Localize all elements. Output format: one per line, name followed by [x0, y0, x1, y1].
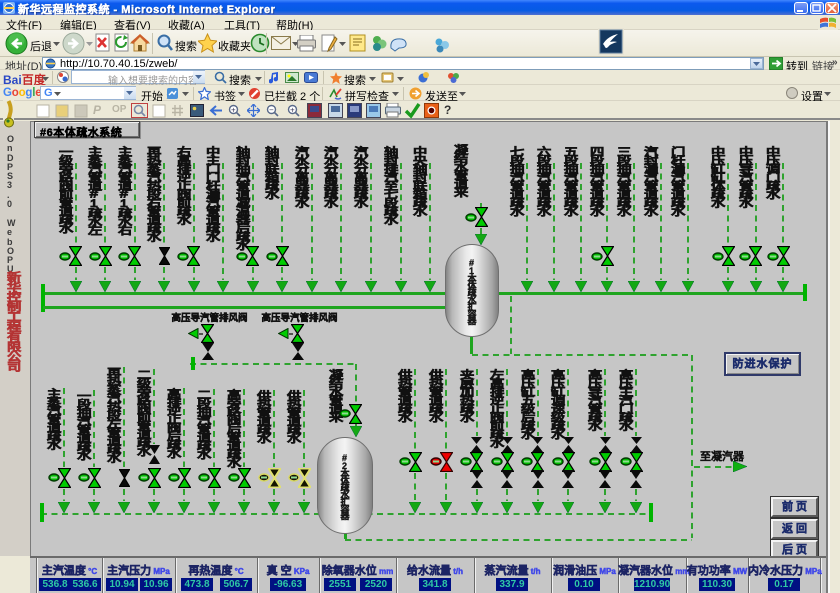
svg-text:−: − [269, 106, 274, 115]
svg-text:+: + [290, 106, 295, 115]
svg-text:+: + [231, 106, 236, 115]
